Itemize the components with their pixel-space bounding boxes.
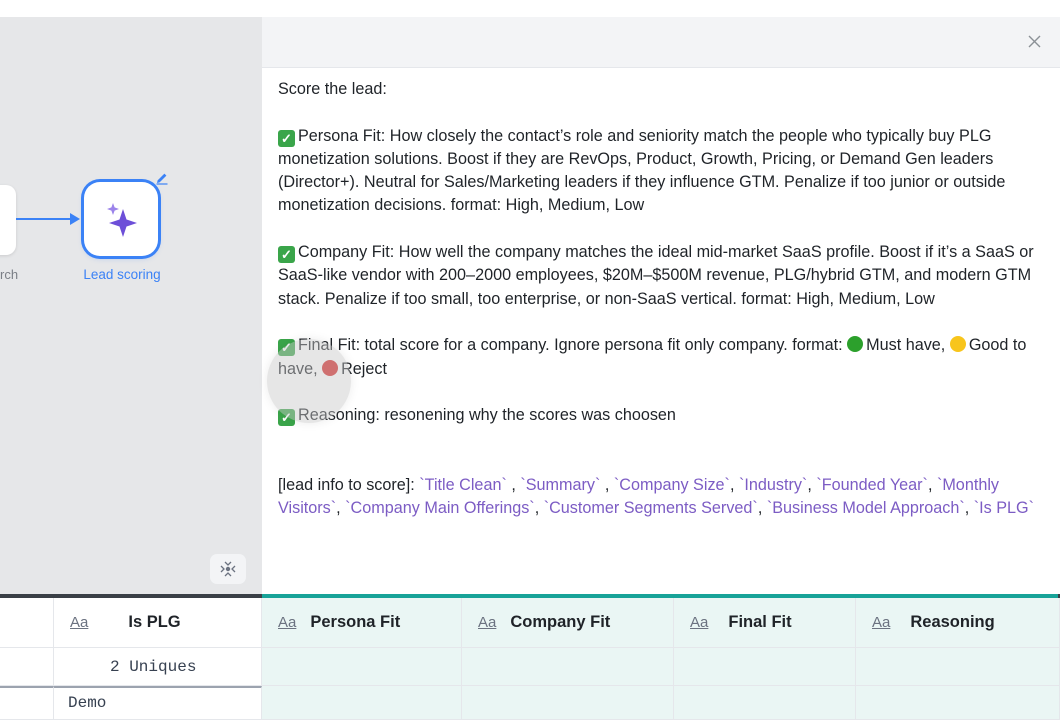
lead-scoring-label: Lead scoring <box>83 267 161 282</box>
connector-arrow <box>70 213 80 225</box>
variable-token[interactable]: `Company Main Offerings` <box>345 499 535 517</box>
check-icon: ✓ <box>278 246 295 264</box>
persona-fit-instruction: ✓ Persona Fit: How closely the contact’s … <box>278 126 1006 215</box>
summary-cell <box>262 648 462 686</box>
selected-columns-accent <box>262 594 1058 598</box>
top-bar <box>0 0 1060 18</box>
summary-cell <box>674 648 856 686</box>
summary-uniques[interactable]: 2 Uniques <box>54 648 262 686</box>
column-header-persona-fit[interactable]: Aa Persona Fit <box>262 598 462 648</box>
prompt-editor[interactable]: Score the lead: ✓ Persona Fit: How closel… <box>278 78 1058 521</box>
column-header-reasoning[interactable]: Aa Reasoning <box>856 598 1060 648</box>
variable-token[interactable]: `Is PLG` <box>974 499 1034 517</box>
collapse-icon <box>220 561 236 577</box>
check-icon: ✓ <box>278 129 295 147</box>
table-cell[interactable] <box>856 686 1060 720</box>
final-fit-instruction: ✓ Final Fit: total score for a company. I… <box>278 336 1027 378</box>
panel-header <box>262 17 1060 68</box>
connector-edge <box>16 218 74 220</box>
close-icon <box>1028 35 1040 47</box>
column-header-final-fit[interactable]: Aa Final Fit <box>674 598 856 648</box>
prompt-panel: Score the lead: ✓ Persona Fit: How closel… <box>262 17 1060 594</box>
previous-node-label: rch <box>0 267 19 282</box>
lead-info-line: [lead info to score]: `Title Clean` , `S… <box>278 476 1035 518</box>
check-icon: ✓ <box>278 339 295 357</box>
red-circle-icon <box>322 359 339 376</box>
text-type-icon: Aa <box>872 614 891 631</box>
table-cell[interactable] <box>462 686 674 720</box>
green-circle-icon <box>847 336 864 353</box>
data-table: Aa Is PLG Aa Persona Fit Aa Company Fit Aa F… <box>0 594 1060 720</box>
table-cell-is-plg[interactable]: Demo <box>54 686 262 720</box>
pencil-icon[interactable] <box>155 171 169 185</box>
table-cell[interactable] <box>262 686 462 720</box>
check-icon: ✓ <box>278 409 295 427</box>
variable-token[interactable]: `Company Size` <box>614 476 730 494</box>
variable-token[interactable]: `Business Model Approach` <box>767 499 965 517</box>
yellow-circle-icon <box>949 336 966 353</box>
sparkles-icon <box>107 203 137 237</box>
text-type-icon: Aa <box>478 614 497 631</box>
table-cell <box>0 686 54 720</box>
close-button[interactable] <box>1024 31 1044 51</box>
company-fit-instruction: ✓ Company Fit: How well the company match… <box>278 243 1034 308</box>
variable-token[interactable]: `Summary` <box>520 476 600 494</box>
workflow-canvas[interactable]: rch Lead scoring <box>0 17 262 594</box>
prompt-intro: Score the lead: <box>278 80 387 98</box>
variable-token[interactable]: `Industry` <box>739 476 807 494</box>
variable-token[interactable]: `Founded Year` <box>816 476 928 494</box>
text-type-icon: Aa <box>690 614 709 631</box>
lead-scoring-node[interactable] <box>84 182 158 256</box>
header-cell-row-index <box>0 598 54 648</box>
text-type-icon: Aa <box>278 614 297 631</box>
text-type-icon: Aa <box>70 614 89 631</box>
collapse-button[interactable] <box>210 554 246 584</box>
table-cell[interactable] <box>674 686 856 720</box>
table-header-row: Aa Is PLG Aa Persona Fit Aa Company Fit Aa F… <box>0 594 1060 648</box>
variable-token[interactable]: `Customer Segments Served` <box>544 499 758 517</box>
reasoning-instruction: ✓ Reasoning: resonening why the scores wa… <box>278 404 1058 427</box>
summary-cell <box>0 648 54 686</box>
column-header-company-fit[interactable]: Aa Company Fit <box>462 598 674 648</box>
column-header-is-plg[interactable]: Aa Is PLG <box>54 598 262 648</box>
summary-cell <box>856 648 1060 686</box>
summary-cell <box>462 648 674 686</box>
variable-token[interactable]: `Title Clean` <box>419 476 507 494</box>
previous-node[interactable] <box>0 185 16 255</box>
